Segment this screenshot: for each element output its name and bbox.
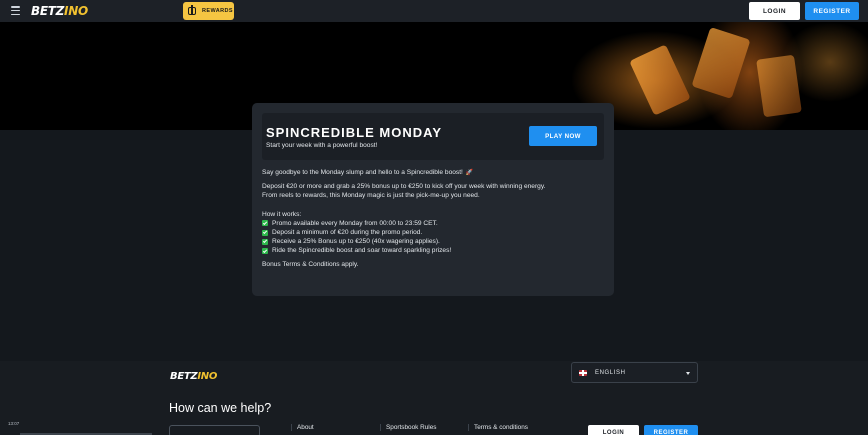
register-button[interactable]: REGISTER <box>805 2 859 20</box>
logo-text: BETZ <box>31 4 65 18</box>
site-logo[interactable]: BETZINO <box>31 3 88 19</box>
help-title: How can we help? <box>169 401 272 415</box>
login-button[interactable]: LOGIN <box>749 2 800 20</box>
chevron-down-icon <box>686 372 690 375</box>
help-box[interactable] <box>169 425 260 435</box>
rocket-icon: 🚀 <box>465 170 474 176</box>
step-text: Ride the Spincredible boost and soar tow… <box>272 247 452 255</box>
promotion-card: SPINCREDIBLE MONDAY Start your week with… <box>252 103 614 296</box>
logo-accent-text: INO <box>64 4 88 18</box>
logo-text: BETZ <box>170 371 198 382</box>
promotion-intro: Say goodbye to the Monday slump and hell… <box>262 168 607 178</box>
footer-logo[interactable]: BETZINO <box>170 366 217 384</box>
promotion-description: From reels to rewards, this Monday magic… <box>262 192 480 200</box>
list-item: Receive a 25% Bonus up to €250 (40x wage… <box>262 237 607 246</box>
footer-link-about[interactable]: About <box>291 424 314 431</box>
list-item: Promo available every Monday from 00:00 … <box>262 219 607 228</box>
footer-login-button[interactable]: LOGIN <box>588 425 639 435</box>
checkmark-icon <box>262 220 268 227</box>
list-item: Deposit a minimum of €20 during the prom… <box>262 228 607 237</box>
promotion-description: Deposit €20 or more and grab a 25% bonus… <box>262 183 546 191</box>
language-select[interactable]: ENGLISH <box>571 362 698 383</box>
promotion-intro-text: Say goodbye to the Monday slump and hell… <box>262 169 463 176</box>
gift-icon <box>188 5 196 15</box>
footer-link-terms[interactable]: Terms & conditions <box>468 424 528 431</box>
checkmark-icon <box>262 248 268 255</box>
rewards-button[interactable]: REWARDS <box>183 2 234 20</box>
terms-note: Bonus Terms & Conditions apply. <box>262 260 359 268</box>
language-label: ENGLISH <box>595 369 626 376</box>
promotion-subtitle: Start your week with a powerful boost! <box>266 142 378 149</box>
checkmark-icon <box>262 229 268 236</box>
checkmark-icon <box>262 238 268 245</box>
play-now-button[interactable]: PLAY NOW <box>529 126 597 146</box>
menu-icon[interactable] <box>11 6 20 15</box>
footer: BETZINO ENGLISH How can we help? 13:07 A… <box>0 361 868 435</box>
promotion-title: SPINCREDIBLE MONDAY <box>266 125 442 140</box>
list-item: Ride the Spincredible boost and soar tow… <box>262 246 607 255</box>
uk-flag-icon <box>579 369 587 376</box>
step-text: Deposit a minimum of €20 during the prom… <box>272 229 423 237</box>
footer-register-button[interactable]: REGISTER <box>644 425 698 435</box>
promotion-details: Say goodbye to the Monday slump and hell… <box>262 168 607 269</box>
footer-link-sportsbook-rules[interactable]: Sportsbook Rules <box>380 424 436 431</box>
how-it-works-title: How it works: <box>262 210 302 218</box>
promotion-header: SPINCREDIBLE MONDAY Start your week with… <box>262 113 604 160</box>
top-navigation-bar: BETZINO REWARDS LOGIN REGISTER <box>0 0 868 22</box>
logo-accent-text: INO <box>197 371 218 382</box>
step-text: Receive a 25% Bonus up to €250 (40x wage… <box>272 238 440 246</box>
clock-time: 13:07 <box>8 421 20 426</box>
rewards-label: REWARDS <box>202 8 233 14</box>
step-text: Promo available every Monday from 00:00 … <box>272 219 438 227</box>
playing-card-image <box>756 54 802 118</box>
